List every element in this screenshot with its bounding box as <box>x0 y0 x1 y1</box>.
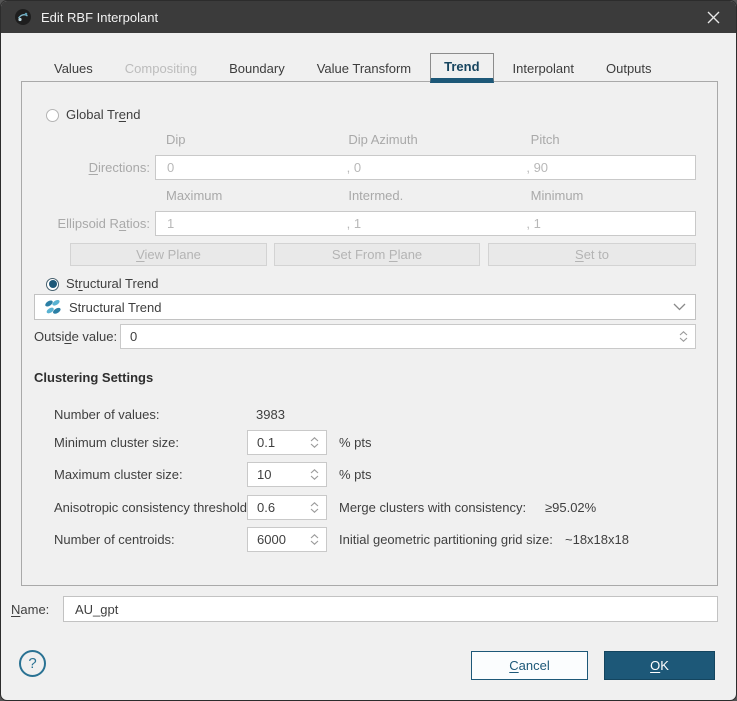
intermed-header: Intermed. <box>331 188 513 204</box>
pitch-header: Pitch <box>514 132 696 148</box>
dip-azimuth-header: Dip Azimuth <box>331 132 513 148</box>
number-of-values-label: Number of values: <box>54 407 160 423</box>
set-to-button[interactable]: Set to <box>488 243 696 266</box>
close-button[interactable] <box>690 1 736 33</box>
help-button[interactable]: ? <box>19 650 46 677</box>
dip-header: Dip <box>155 132 331 148</box>
trend-tab-panel: Global Trend Dip Dip Azimuth Pitch Direc… <box>21 81 718 586</box>
anisotropic-threshold-label: Anisotropic consistency threshold: <box>54 500 251 516</box>
maximum-ratio-value: 1 <box>156 212 336 235</box>
number-of-centroids-spinner[interactable]: 6000 <box>247 527 327 552</box>
minimum-cluster-size-value: 0.1 <box>248 435 306 450</box>
structural-trend-icon <box>44 299 61 315</box>
number-of-centroids-label: Number of centroids: <box>54 532 175 548</box>
maximum-header: Maximum <box>155 188 331 204</box>
partitioning-grid-value: ~18x18x18 <box>565 532 629 548</box>
dropdown-selected-value: Structural Trend <box>69 300 162 315</box>
minimum-ratio-value: , 1 <box>515 212 695 235</box>
merge-clusters-label: Merge clusters with consistency: <box>339 500 526 516</box>
number-of-values-value: 3983 <box>256 407 285 423</box>
view-plane-button[interactable]: View Plane <box>70 243 267 266</box>
spinner-arrows-icon[interactable] <box>306 502 326 513</box>
spinner-arrows-icon[interactable] <box>675 331 695 342</box>
pitch-value: , 90 <box>515 156 695 179</box>
close-icon <box>707 11 720 24</box>
minimum-cluster-size-label: Minimum cluster size: <box>54 435 179 451</box>
structural-trend-radio[interactable]: Structural Trend <box>46 276 159 292</box>
maximum-cluster-size-spinner[interactable]: 10 <box>247 462 327 487</box>
maximum-cluster-size-label: Maximum cluster size: <box>54 467 183 483</box>
tab-value-transform[interactable]: Value Transform <box>304 55 424 81</box>
minimum-cluster-size-spinner[interactable]: 0.1 <box>247 430 327 455</box>
maximum-cluster-size-value: 10 <box>248 467 306 482</box>
chevron-down-icon <box>673 303 686 311</box>
spinner-arrows-icon[interactable] <box>306 534 326 545</box>
intermed-ratio-value: , 1 <box>336 212 516 235</box>
anisotropic-threshold-spinner[interactable]: 0.6 <box>247 495 327 520</box>
number-of-centroids-value: 6000 <box>248 532 306 547</box>
structural-trend-label: Structural Trend <box>66 276 159 292</box>
dip-value: 0 <box>156 156 336 179</box>
radio-unselected-icon <box>46 109 59 122</box>
ellipsoid-ratios-label: Ellipsoid Ratios: <box>40 216 150 232</box>
ellipsoid-ratios-input[interactable]: 1 , 1 , 1 <box>155 211 696 236</box>
direction-column-headers: Dip Dip Azimuth Pitch <box>155 132 696 148</box>
merge-clusters-value: ≥95.02% <box>545 500 596 516</box>
edit-rbf-interpolant-dialog: Edit RBF Interpolant Values Compositing … <box>0 0 737 701</box>
outside-value: 0 <box>121 329 675 344</box>
cancel-button[interactable]: Cancel <box>471 651 588 680</box>
dialog-title: Edit RBF Interpolant <box>41 10 158 25</box>
titlebar: Edit RBF Interpolant <box>1 1 736 33</box>
spinner-arrows-icon[interactable] <box>306 437 326 448</box>
global-trend-label: Global Trend <box>66 107 140 123</box>
name-label: Name: <box>11 602 49 618</box>
global-trend-radio[interactable]: Global Trend <box>46 107 140 123</box>
tab-boundary[interactable]: Boundary <box>216 55 298 81</box>
question-mark-icon: ? <box>28 655 36 672</box>
set-from-plane-button[interactable]: Set From Plane <box>274 243 480 266</box>
tab-outputs[interactable]: Outputs <box>593 55 665 81</box>
tab-compositing[interactable]: Compositing <box>112 55 210 81</box>
maximum-cluster-size-unit: % pts <box>339 467 372 483</box>
spinner-arrows-icon[interactable] <box>306 469 326 480</box>
anisotropic-threshold-value: 0.6 <box>248 500 306 515</box>
ratio-column-headers: Maximum Intermed. Minimum <box>155 188 696 204</box>
outside-value-label: Outside value: <box>34 329 117 345</box>
dip-azimuth-value: , 0 <box>336 156 516 179</box>
outside-value-spinner[interactable]: 0 <box>120 324 696 349</box>
minimum-header: Minimum <box>514 188 696 204</box>
structural-trend-dropdown[interactable]: Structural Trend <box>34 294 696 320</box>
tab-bar: Values Compositing Boundary Value Transf… <box>41 55 665 83</box>
minimum-cluster-size-unit: % pts <box>339 435 372 451</box>
tab-values[interactable]: Values <box>41 55 106 81</box>
partitioning-grid-label: Initial geometric partitioning grid size… <box>339 532 553 548</box>
directions-input[interactable]: 0 , 0 , 90 <box>155 155 696 180</box>
tab-trend[interactable]: Trend <box>430 53 493 83</box>
rbf-interpolant-icon <box>14 8 32 26</box>
ok-button[interactable]: OK <box>604 651 715 680</box>
radio-selected-icon <box>46 278 59 291</box>
directions-label: Directions: <box>40 160 150 176</box>
tab-interpolant[interactable]: Interpolant <box>500 55 587 81</box>
name-input[interactable] <box>63 596 718 622</box>
clustering-settings-heading: Clustering Settings <box>34 370 153 385</box>
